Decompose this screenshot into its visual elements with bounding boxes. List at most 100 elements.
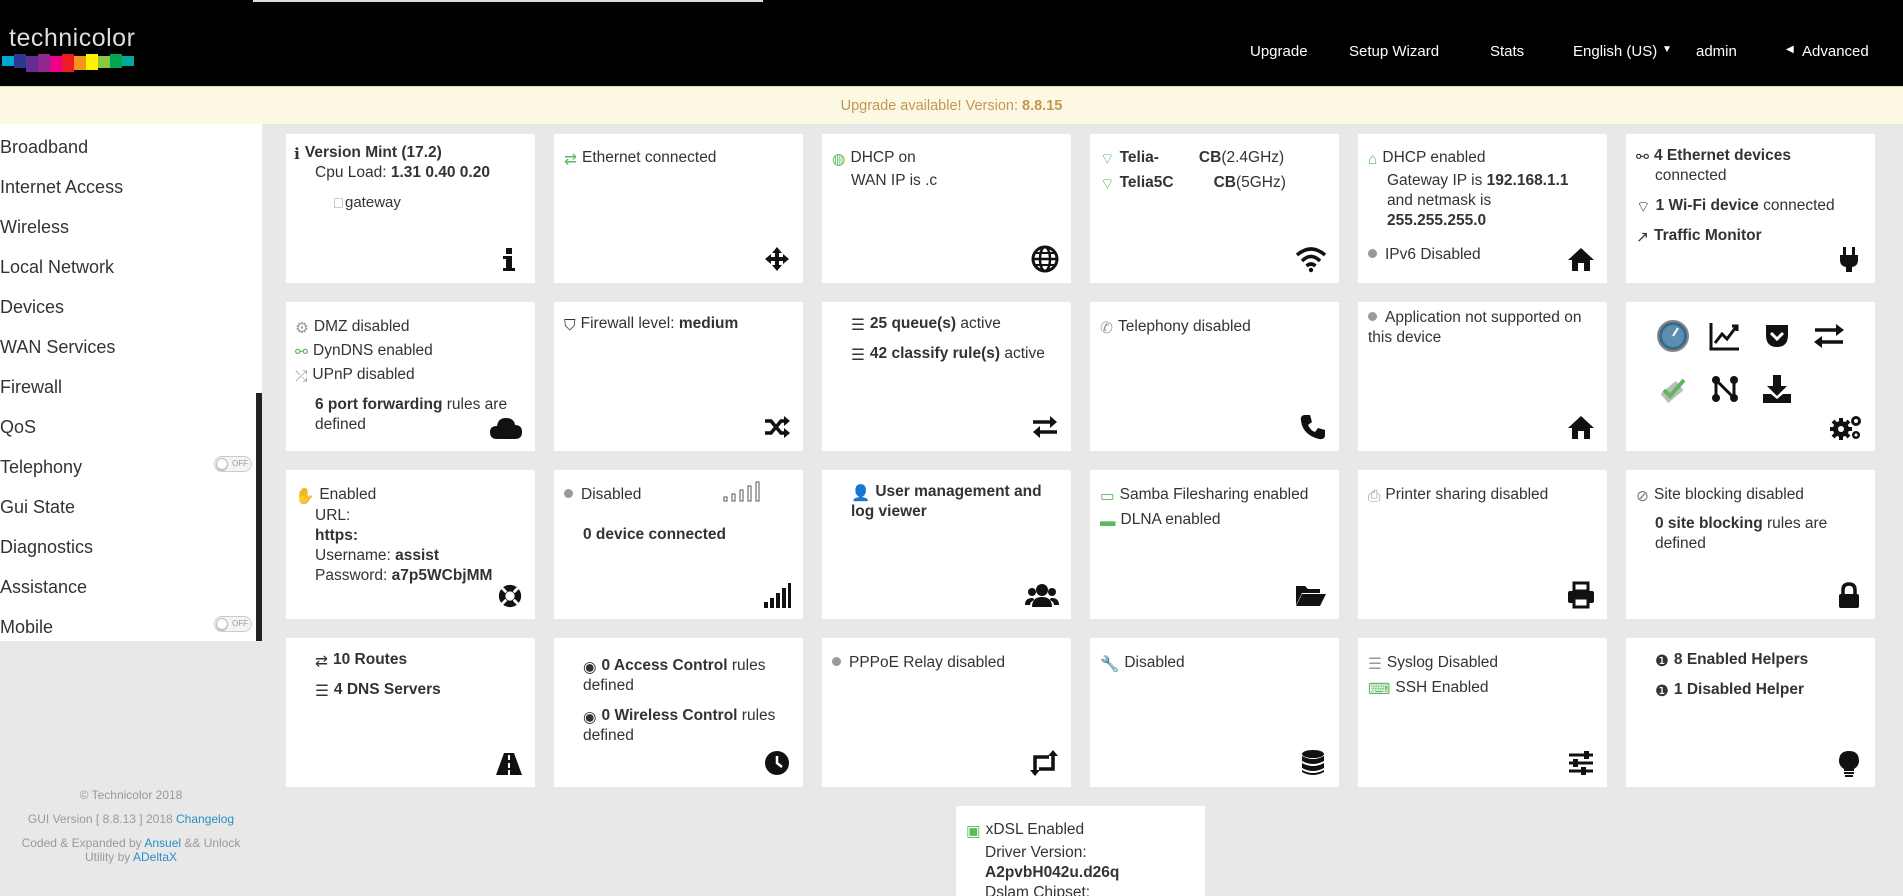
logo-text[interactable]: technicolor (9, 24, 135, 53)
cloud-big-icon (490, 418, 522, 439)
card-xdsl[interactable]: ▣ xDSL Enabled Driver Version: A2pvbH042u… (956, 806, 1205, 896)
sidebar-item-mobile[interactable]: Mobile (0, 617, 53, 638)
card-broadband[interactable]: ⇄ Ethernet connected (554, 134, 803, 283)
traffic-monitor-link[interactable]: ↗ Traffic Monitor (1636, 227, 1762, 247)
random-icon: ⤮ (295, 368, 308, 385)
telephony-toggle[interactable]: OFF (214, 456, 252, 472)
netmask-label: and netmask is (1387, 192, 1492, 209)
nav-user[interactable]: admin (1696, 43, 1737, 60)
sidebar-item-wan-services[interactable]: WAN Services (0, 337, 115, 358)
sidebar-item-broadband[interactable]: Broadband (0, 137, 88, 158)
card-internet-access[interactable]: ◍ DHCP on WAN IP is .c (822, 134, 1071, 283)
upnp-status: UPnP disabled (312, 366, 415, 383)
chart-line-icon: ↗ (1636, 229, 1649, 246)
dmz-status: DMZ disabled (313, 318, 410, 335)
pocket-icon[interactable] (1760, 319, 1794, 353)
card-time-of-day[interactable]: ◉ 0 Access Control rules defined ◉ 0 Wirel… (554, 638, 803, 787)
sidebar-item-qos[interactable]: QoS (0, 417, 36, 438)
wan-ip: .c (925, 172, 938, 189)
disabled-helpers: 1 Disabled Helper (1673, 681, 1804, 698)
card-qos[interactable]: ☰ 25 queue(s) active ☰ 42 classify rule(s)… (822, 302, 1071, 451)
download-icon[interactable] (1760, 372, 1794, 406)
netmask: 255.255.255.0 (1387, 212, 1487, 229)
card-system-extras[interactable]: ☰ Syslog Disabled ⌨ SSH Enabled (1358, 638, 1607, 787)
nav-language[interactable]: English (US) (1573, 43, 1657, 60)
speedometer-icon[interactable] (1656, 319, 1690, 353)
loading-bar (253, 0, 763, 2)
card-content-sharing[interactable]: ▭ Samba Filesharing enabled ▬ DLNA enabled (1090, 470, 1339, 619)
card-diagnostics[interactable] (1626, 302, 1875, 451)
card-assistance[interactable]: ✋ Enabled URL: https: Username: assist Pa… (286, 470, 535, 619)
card-wan-services[interactable]: ⚙ DMZ disabled ⚯ DynDNS enabled ⤮ UPnP disa… (286, 302, 535, 451)
site-blocking-status: Site blocking disabled (1654, 486, 1804, 503)
mobile-toggle[interactable]: OFF (214, 616, 252, 632)
card-user-management[interactable]: 👤 User management and log viewer (822, 470, 1071, 619)
arrows-move-icon (765, 247, 789, 271)
card-gateway[interactable]: ℹ Version Mint (17.2) Cpu Load: 1.31 0.40… (286, 134, 535, 283)
card-wireless[interactable]: ⌔ Telia- CB(2.4GHz) ⌔ Telia5C CB(5GHz) (1090, 134, 1339, 283)
driver-label: Driver Version: (985, 844, 1087, 861)
gateway-version: Version Mint (17.2) (304, 144, 442, 161)
dns-count: 4 DNS Servers (333, 681, 441, 698)
card-firewall[interactable]: ⛉ Firewall level: medium (554, 302, 803, 451)
info-big-icon (503, 248, 515, 271)
username-label: Username: (315, 547, 396, 564)
adeltax-link[interactable]: ADeltaX (133, 850, 177, 864)
banner-text: Upgrade available! Version: (840, 98, 1023, 114)
sidebar-item-firewall[interactable]: Firewall (0, 377, 62, 398)
life-ring-big-icon (498, 584, 522, 608)
card-local-network[interactable]: ⌂ DHCP enabled Gateway IP is 192.168.1.1 … (1358, 134, 1607, 283)
nav-setup-wizard[interactable]: Setup Wizard (1349, 43, 1439, 60)
ansuel-link[interactable]: Ansuel (144, 836, 181, 850)
card-gui-state[interactable]: Application not supported on this device (1358, 302, 1607, 451)
chip-icon: ▣ (966, 823, 981, 840)
sidebar-item-assistance[interactable]: Assistance (0, 577, 87, 598)
local-dhcp: DHCP enabled (1382, 149, 1486, 166)
lightbulb-big-icon (1839, 751, 1859, 777)
firewall-label: Firewall level: (580, 315, 679, 332)
sidebar-item-diagnostics[interactable]: Diagnostics (0, 537, 93, 558)
exchange-icon[interactable] (1812, 319, 1846, 353)
card-printer-sharing[interactable]: ⎙ Printer sharing disabled (1358, 470, 1607, 619)
card-telephony[interactable]: ✆ Telephony disabled (1090, 302, 1339, 451)
card-iptv[interactable]: 🔧 Disabled (1090, 638, 1339, 787)
gui-state-line1: Application not supported on (1385, 309, 1582, 326)
card-ip-routing[interactable]: ⇄ 10 Routes ☰ 4 DNS Servers (286, 638, 535, 787)
sidebar-item-internet-access[interactable]: Internet Access (0, 177, 123, 198)
network-topology-icon[interactable] (1708, 372, 1742, 406)
nav-upgrade[interactable]: Upgrade (1250, 43, 1308, 60)
card-mobile[interactable]: Disabled 0 device connected (554, 470, 803, 619)
card-relay-setup[interactable]: PPPoE Relay disabled (822, 638, 1071, 787)
sliders-big-icon (1569, 751, 1593, 775)
area-chart-icon[interactable] (1708, 319, 1742, 353)
wifi-icon: ⌔ (1100, 151, 1115, 168)
card-parental-control[interactable]: ⊘ Site blocking disabled 0 site blocking … (1626, 470, 1875, 619)
assistance-url[interactable]: https: (315, 527, 358, 544)
caret-down-icon[interactable]: ▼ (1662, 44, 1672, 55)
wifi-big-icon (1295, 247, 1327, 273)
sidebar-scrollbar[interactable] (256, 393, 262, 641)
wifi-icon: ⌔ (1100, 176, 1115, 193)
wc-defined: defined (583, 727, 634, 744)
nav-stats[interactable]: Stats (1490, 43, 1524, 60)
caret-left-icon[interactable]: ◀ (1786, 44, 1794, 55)
technicolor-logo-icon[interactable] (2, 52, 134, 74)
card-devices[interactable]: ⚯ 4 Ethernet devices connected ⌔ 1 Wi-Fi d… (1626, 134, 1875, 283)
changelog-link[interactable]: Changelog (176, 812, 234, 826)
band-5: (5GHz) (1235, 174, 1286, 191)
upgrade-banner[interactable]: Upgrade available! Version: 8.8.15 (0, 86, 1903, 124)
card-nat-helpers[interactable]: ❶8 Enabled Helpers ❶1 Disabled Helper (1626, 638, 1875, 787)
wrench-icon: 🔧 (1100, 656, 1120, 673)
network-check-icon[interactable] (1656, 372, 1690, 406)
sidebar-item-devices[interactable]: Devices (0, 297, 64, 318)
gateway-ip: 192.168.1.1 (1486, 172, 1569, 189)
cpu-label: Cpu Load: (315, 164, 391, 181)
sidebar-item-gui-state[interactable]: Gui State (0, 497, 75, 518)
site-blocking-defined: defined (1655, 535, 1706, 552)
sidebar-item-local-network[interactable]: Local Network (0, 257, 114, 278)
user-mgmt-line2: log viewer (851, 503, 927, 520)
sidebar-item-telephony[interactable]: Telephony (0, 457, 82, 478)
printer-status: Printer sharing disabled (1385, 486, 1549, 503)
nav-advanced[interactable]: Advanced (1802, 43, 1869, 60)
sidebar-item-wireless[interactable]: Wireless (0, 217, 69, 238)
